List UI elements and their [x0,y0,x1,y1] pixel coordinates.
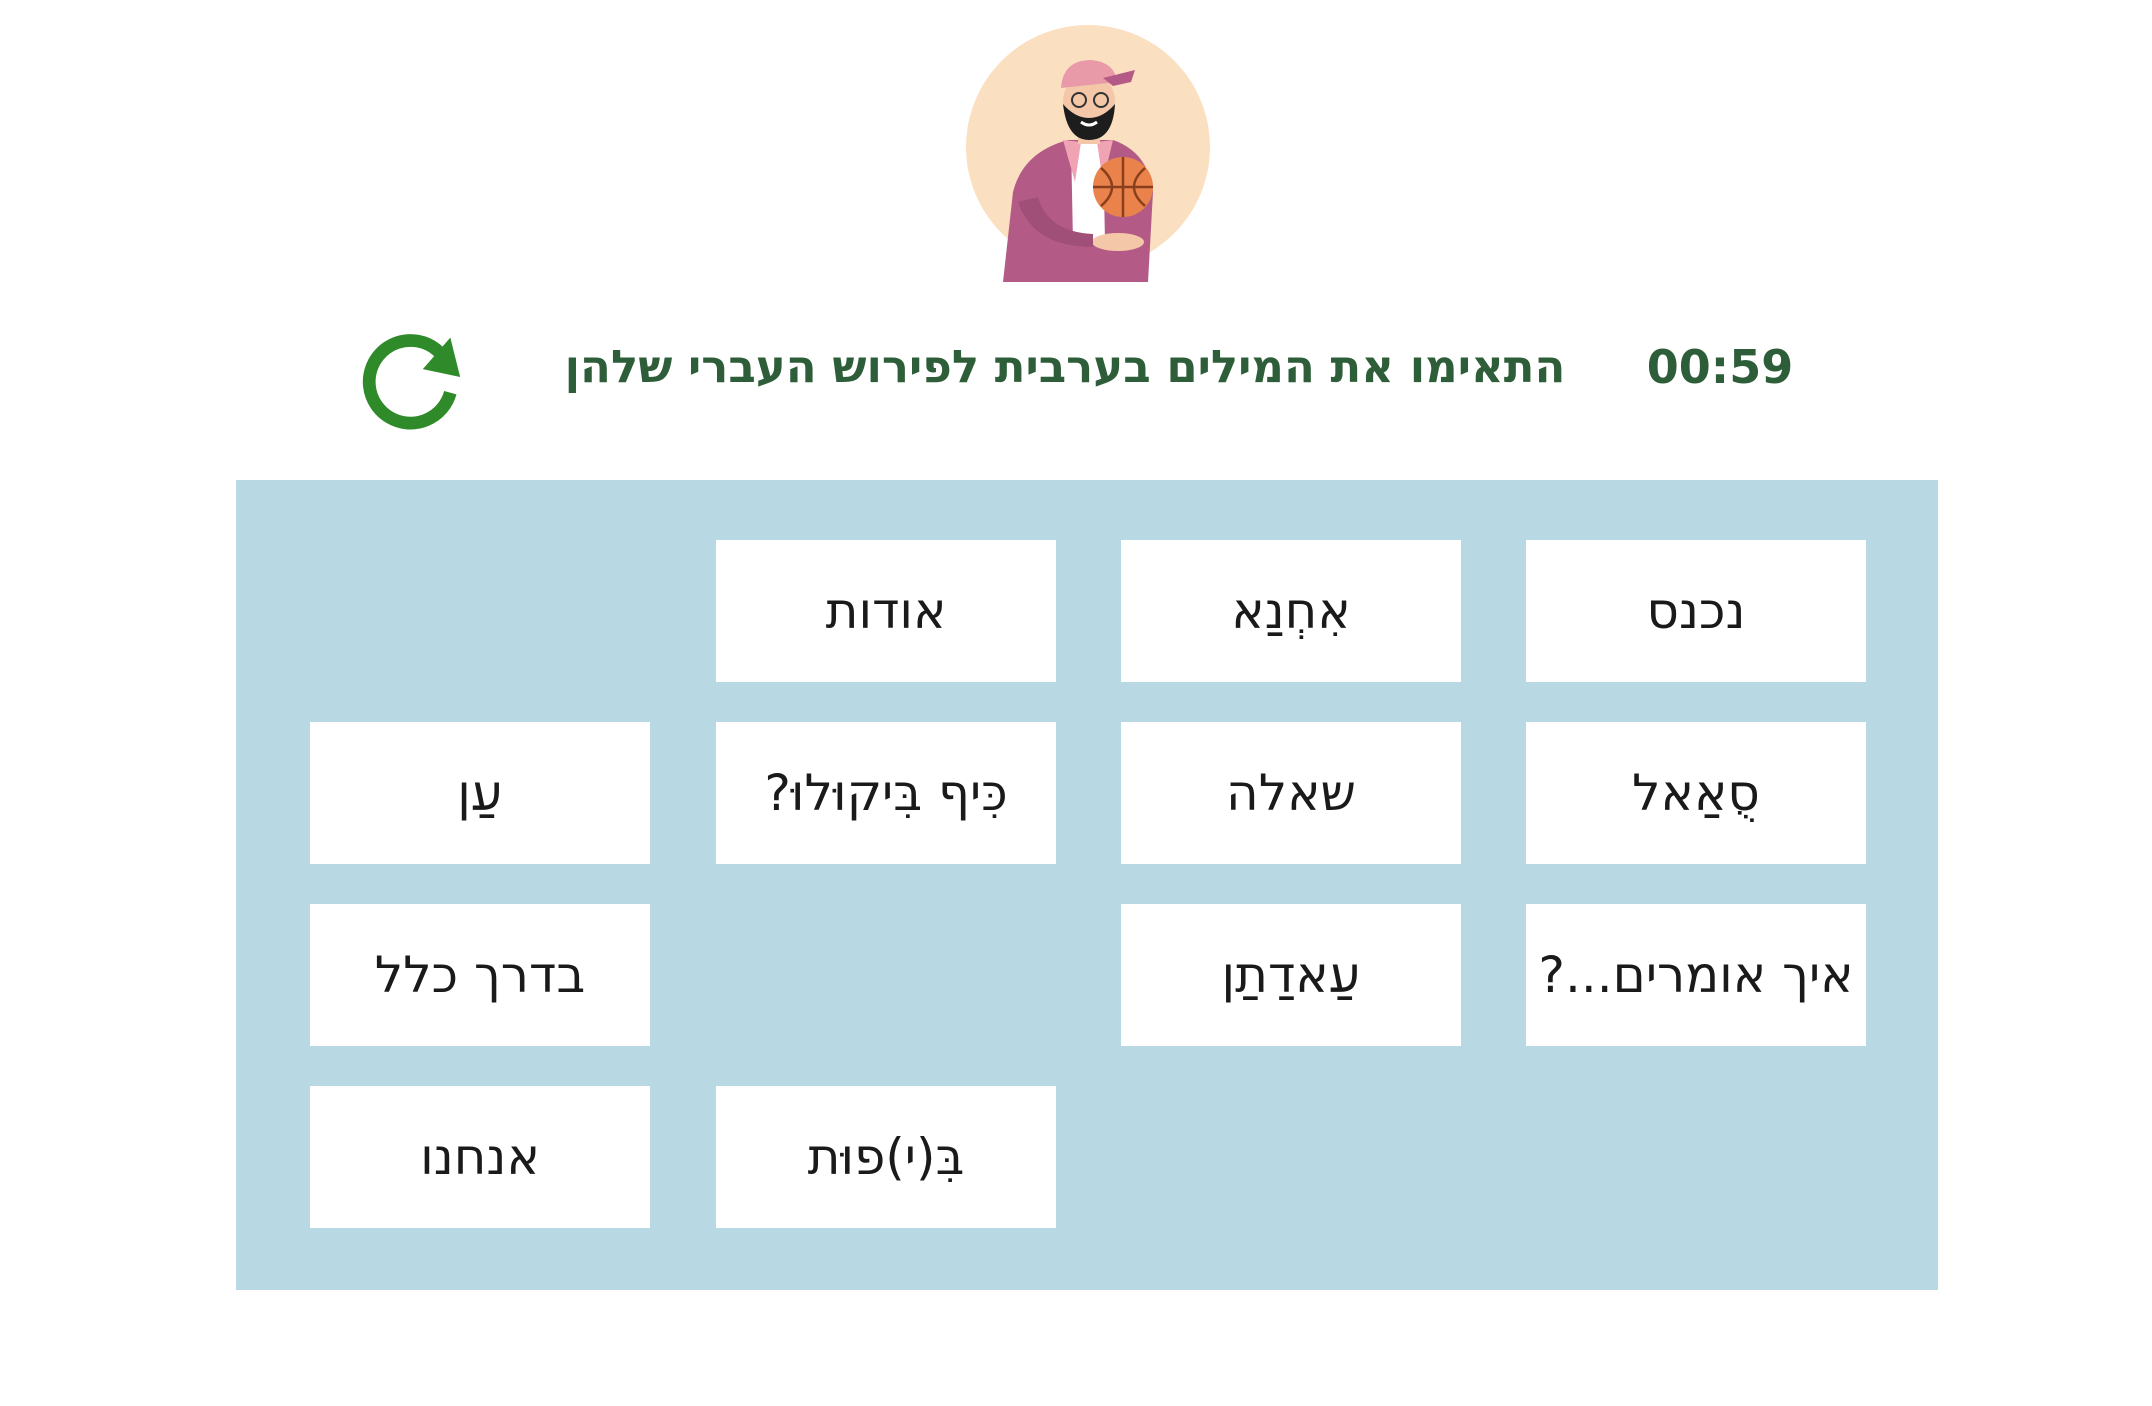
word-card[interactable]: איך אומרים...? [1526,904,1866,1046]
game-screen: התאימו את המילים בערבית לפירוש העברי שלה… [0,0,2152,1406]
refresh-icon[interactable] [352,316,470,434]
word-card[interactable]: בִּ(י)פוּת [716,1086,1056,1228]
word-card[interactable]: אודות [716,540,1056,682]
word-card[interactable]: אִחְנַא [1121,540,1461,682]
word-card[interactable]: שאלה [1121,722,1461,864]
word-card[interactable]: סֻאַאל [1526,722,1866,864]
cards-board: נכנס אִחְנַא אודות סֻאַאל שאלה כִּיף בִּ… [236,480,1938,1290]
instruction-title: התאימו את המילים בערבית לפירוש העברי שלה… [564,340,1566,393]
character-avatar-image [966,25,1210,282]
word-card[interactable]: אנחנו [310,1086,650,1228]
word-card[interactable]: כִּיף בִּיקוּלוּ? [716,722,1056,864]
word-card[interactable]: נכנס [1526,540,1866,682]
word-card[interactable]: עַן [310,722,650,864]
word-card[interactable]: עַאדַתַן [1121,904,1461,1046]
countdown-timer: 00:59 [1646,340,1794,394]
word-card[interactable]: בדרך כלל [310,904,650,1046]
